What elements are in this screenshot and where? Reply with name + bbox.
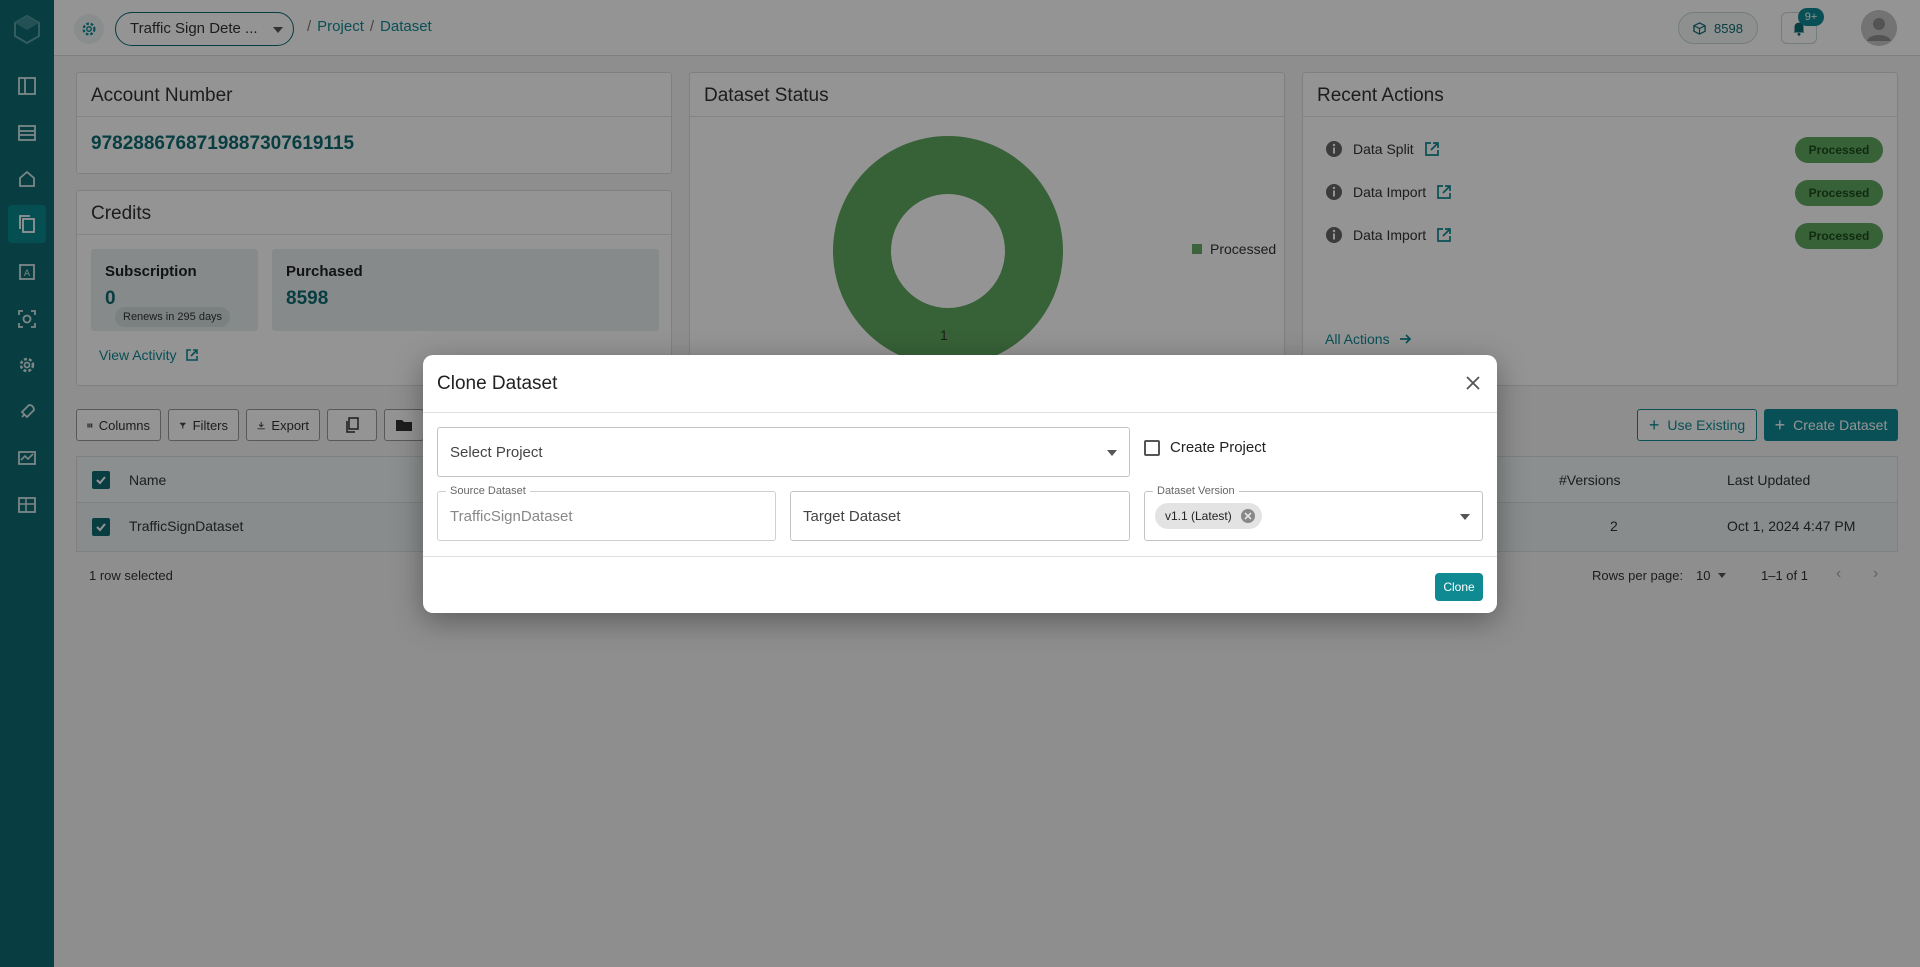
chevron-down-icon [1107,450,1117,456]
target-dataset-input[interactable]: Target Dataset [790,491,1130,541]
close-icon[interactable] [1463,373,1483,393]
modal-header: Clone Dataset [423,355,1497,413]
remove-chip-icon[interactable] [1240,508,1256,524]
create-project-toggle[interactable]: Create Project [1144,439,1266,456]
create-project-label: Create Project [1170,439,1266,456]
source-dataset-label: Source Dataset [446,485,530,497]
clone-button[interactable]: Clone [1435,573,1483,601]
version-chip[interactable]: v1.1 (Latest) [1155,503,1262,529]
clone-dataset-modal: Clone Dataset Select Project Create Proj… [423,355,1497,613]
dataset-version-select[interactable]: Dataset Version v1.1 (Latest) [1144,485,1483,541]
select-project-dropdown[interactable]: Select Project [437,427,1130,477]
modal-title: Clone Dataset [437,373,558,394]
source-dataset-value: TrafficSignDataset [450,508,573,525]
target-dataset-placeholder: Target Dataset [803,508,901,525]
source-dataset-field: Source Dataset TrafficSignDataset [437,485,776,541]
modal-footer: Clone [423,556,1497,613]
dataset-version-label: Dataset Version [1153,485,1239,497]
create-project-checkbox[interactable] [1144,439,1160,456]
select-project-placeholder: Select Project [450,444,543,461]
version-chip-label: v1.1 (Latest) [1165,509,1232,523]
chevron-down-icon [1460,514,1470,520]
